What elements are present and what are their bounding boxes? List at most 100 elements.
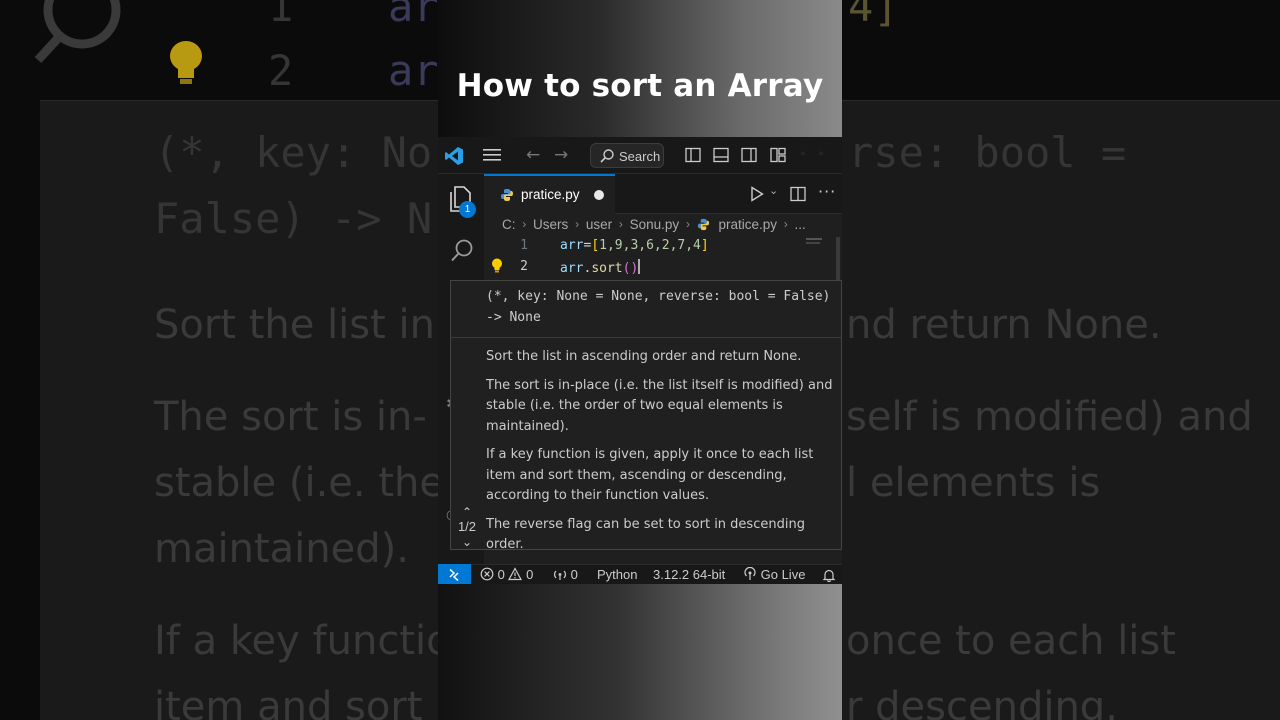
text-cursor	[638, 259, 641, 274]
bg-doc-right-6: r descending.	[846, 684, 1118, 720]
bg-doc-left-5: If a key functio	[154, 618, 451, 664]
tab-label: pratice.py	[521, 187, 580, 202]
interpreter-version[interactable]: 3.12.2 64-bit	[653, 567, 725, 582]
bg-doc-right-5: once to each list	[846, 618, 1176, 664]
bg-doc-right-3: l elements is	[846, 460, 1101, 506]
chevron-right-icon: ›	[685, 217, 690, 232]
forward-arrow-icon[interactable]: →	[554, 145, 568, 165]
bg-code-fragment-3: 4]	[848, 0, 899, 31]
chevron-down-icon[interactable]: ⌄	[454, 536, 480, 548]
more-actions-icon[interactable]: ···	[818, 182, 836, 201]
vscode-logo-icon	[445, 147, 463, 165]
status-bar: 0 0 0 Python 3.12.2 64-bit Go Live	[438, 564, 842, 584]
run-icon[interactable]	[750, 186, 764, 202]
command-center-search[interactable]: Search	[590, 143, 664, 168]
code-text[interactable]: arr=[1,9,3,6,2,7,4]	[560, 238, 709, 253]
breadcrumb-item[interactable]: Sonu.py	[630, 217, 680, 232]
minimap	[806, 242, 820, 244]
chevron-right-icon: ›	[522, 217, 527, 232]
warning-icon	[508, 567, 523, 581]
ports-icon	[554, 570, 566, 580]
chevron-down-icon[interactable]: ⌄	[769, 184, 778, 197]
token-variable: arr	[560, 238, 584, 253]
token-bracket: ]	[700, 238, 709, 253]
error-count: 0	[497, 567, 505, 582]
bg-doc-left-1: Sort the list in	[154, 302, 435, 348]
problems-indicator[interactable]: 0 0	[480, 567, 533, 582]
code-line[interactable]: 2 arr.sort()	[484, 259, 842, 279]
broadcast-icon	[744, 567, 756, 580]
breadcrumb-item[interactable]: Users	[533, 217, 568, 232]
overload-counter: 1/2	[457, 519, 477, 534]
search-icon[interactable]	[449, 238, 475, 264]
customize-layout-icon[interactable]	[770, 147, 786, 163]
bell-icon[interactable]	[822, 568, 836, 582]
lower-gradient	[438, 584, 842, 720]
toggle-sidebar-icon[interactable]	[685, 147, 701, 163]
remote-indicator[interactable]	[438, 564, 471, 584]
editor-tabs: pratice.py ⌄ ···	[484, 174, 842, 214]
bg-doc-left-4: maintained).	[154, 526, 409, 572]
chevron-right-icon: ›	[575, 217, 580, 232]
breadcrumb-item[interactable]: C:	[502, 217, 516, 232]
warning-count: 0	[526, 567, 534, 582]
chevron-right-icon: ›	[783, 217, 788, 232]
line-number: 2	[520, 259, 528, 274]
menu-icon[interactable]	[482, 147, 502, 163]
doc-paragraph: The sort is in-place (i.e. the list itse…	[486, 377, 833, 434]
documentation: Sort the list in ascending order and ret…	[486, 339, 840, 550]
language-mode[interactable]: Python	[597, 567, 637, 582]
code-editor[interactable]: 1 arr=[1,9,3,6,2,7,4] 2 arr.sort()	[484, 237, 842, 281]
title-bar: ← → Search ◦◦	[438, 137, 842, 174]
signature-help-popup: (*, key: None = None, reverse: bool = Fa…	[450, 280, 842, 550]
token-paren: ()	[622, 261, 639, 276]
breadcrumb-item[interactable]: ...	[795, 217, 806, 232]
go-live-button[interactable]: Go Live	[743, 567, 805, 582]
bg-doc-left-3: stable (i.e. the	[154, 460, 444, 506]
minimap	[806, 238, 822, 240]
code-text[interactable]: arr.sort()	[560, 259, 641, 276]
doc-paragraph: Sort the list in ascending order and ret…	[486, 349, 802, 364]
bg-doc-right-2: self is modified) and	[846, 394, 1253, 440]
token-bracket: [	[591, 238, 600, 253]
toggle-panel-icon[interactable]	[713, 147, 729, 163]
split-editor-icon[interactable]	[790, 186, 806, 202]
bg-lightbulb-icon	[170, 41, 202, 84]
chevron-up-icon[interactable]: ⌃	[454, 506, 480, 518]
bg-doc-left-6: item and sort	[154, 684, 423, 720]
breadcrumb: C: › Users › user › Sonu.py › pratice.py…	[502, 216, 806, 236]
token-numbers: 1,9,3,6,2,7,4	[599, 238, 701, 253]
divider	[451, 337, 841, 338]
bg-search-icon	[34, 0, 121, 64]
code-line[interactable]: 1 arr=[1,9,3,6,2,7,4]	[484, 238, 842, 258]
back-arrow-icon[interactable]: ←	[526, 145, 540, 165]
bg-line-number-1: 1	[268, 0, 294, 31]
token-variable: arr	[560, 261, 584, 276]
doc-paragraph: If a key function is given, apply it onc…	[486, 447, 814, 503]
breadcrumb-item[interactable]: pratice.py	[718, 217, 777, 232]
bg-signature-left-1: (*, key: No	[154, 128, 433, 177]
breadcrumb-item[interactable]: user	[586, 217, 612, 232]
bg-doc-right-1: nd return None.	[846, 302, 1162, 348]
search-label: Search	[619, 149, 661, 164]
video-center-column: How to sort an Array ← → Search ◦◦ 1 pra…	[438, 0, 842, 720]
ports-count: 0	[570, 567, 578, 582]
method-signature: (*, key: None = None, reverse: bool = Fa…	[486, 289, 831, 325]
overload-navigator: ⌃ 1/2 ⌄	[454, 506, 480, 548]
window-controls-icon[interactable]: ◦◦	[800, 149, 836, 160]
go-live-label: Go Live	[760, 567, 806, 582]
lightbulb-icon[interactable]	[491, 258, 503, 273]
explorer-badge: 1	[459, 201, 476, 218]
token-function: sort	[591, 261, 623, 276]
doc-paragraph: The reverse flag can be set to sort in d…	[486, 516, 805, 550]
bg-signature-left-2: False) -> N	[154, 194, 433, 243]
ports-indicator[interactable]: 0	[553, 567, 578, 582]
search-icon	[600, 149, 614, 163]
vertical-scrollbar[interactable]	[836, 237, 840, 281]
python-file-icon	[501, 189, 513, 201]
unsaved-dot-icon[interactable]	[594, 190, 604, 200]
tab-pratice-py[interactable]: pratice.py	[484, 174, 615, 214]
video-title: How to sort an Array	[456, 68, 824, 104]
toggle-secondary-sidebar-icon[interactable]	[741, 147, 757, 163]
line-number: 1	[520, 238, 528, 253]
